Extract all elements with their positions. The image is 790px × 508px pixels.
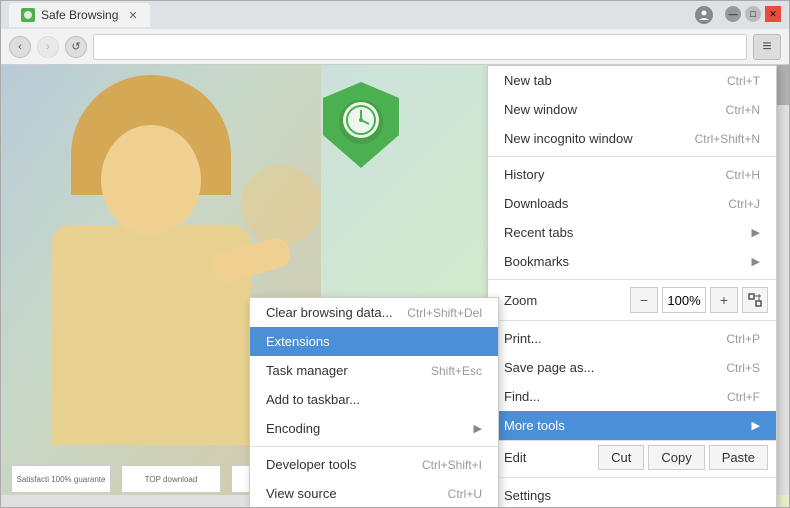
menu-item-recent-tabs[interactable]: Recent tabs ▶ [488, 218, 776, 247]
menu-item-downloads[interactable]: Downloads Ctrl+J [488, 189, 776, 218]
zoom-plus-btn[interactable]: + [710, 287, 738, 313]
menu-item-save-page[interactable]: Save page as... Ctrl+S [488, 353, 776, 382]
submenu-item-add-taskbar[interactable]: Add to taskbar... [250, 385, 498, 414]
menu-separator-1 [488, 156, 776, 157]
address-bar[interactable] [93, 34, 747, 60]
menu-item-more-tools[interactable]: More tools ▶ [488, 411, 776, 440]
browser-window: Safe Browsing ✕ — □ ✕ ‹ › ↺ ≡ [0, 0, 790, 508]
more-tools-submenu: Clear browsing data... Ctrl+Shift+Del Ex… [249, 297, 499, 507]
maximize-btn[interactable]: □ [745, 6, 761, 22]
menu-item-find[interactable]: Find... Ctrl+F [488, 382, 776, 411]
submenu-item-extensions[interactable]: Extensions [250, 327, 498, 356]
window-controls: — □ ✕ [695, 6, 781, 24]
shield-icon [321, 80, 401, 173]
menu-item-new-incognito[interactable]: New incognito window Ctrl+Shift+N [488, 124, 776, 153]
close-btn[interactable]: ✕ [765, 6, 781, 22]
tab-close-btn[interactable]: ✕ [128, 9, 137, 22]
browser-tab[interactable]: Safe Browsing ✕ [9, 3, 150, 27]
vertical-scrollbar[interactable] [777, 65, 789, 495]
menu-item-settings[interactable]: Settings [488, 481, 776, 507]
thumbnail-1: Satisfacti 100% guarante [11, 465, 111, 493]
menu-item-new-tab[interactable]: New tab Ctrl+T [488, 66, 776, 95]
menu-item-new-window[interactable]: New window Ctrl+N [488, 95, 776, 124]
menu-item-bookmarks[interactable]: Bookmarks ▶ [488, 247, 776, 276]
cut-btn[interactable]: Cut [598, 445, 644, 470]
nav-bar: ‹ › ↺ ≡ [1, 29, 789, 65]
submenu-item-view-source[interactable]: View source Ctrl+U [250, 479, 498, 507]
tab-title: Safe Browsing [41, 8, 118, 22]
submenu-item-developer-tools[interactable]: Developer tools Ctrl+Shift+I [250, 450, 498, 479]
zoom-expand-btn[interactable] [742, 287, 768, 313]
page-content: Safe Browsing ✓ Enhance ✓ Makes su Satis… [1, 65, 789, 507]
submenu-item-clear-browsing[interactable]: Clear browsing data... Ctrl+Shift+Del [250, 298, 498, 327]
edit-row: Edit Cut Copy Paste [488, 440, 776, 474]
menu-separator-4 [488, 477, 776, 478]
forward-btn[interactable]: › [37, 36, 59, 58]
menu-separator-3 [488, 320, 776, 321]
title-bar: Safe Browsing ✕ — □ ✕ [1, 1, 789, 29]
menu-separator-2 [488, 279, 776, 280]
submenu-item-task-manager[interactable]: Task manager Shift+Esc [250, 356, 498, 385]
paste-btn[interactable]: Paste [709, 445, 768, 470]
menu-item-print[interactable]: Print... Ctrl+P [488, 324, 776, 353]
submenu-separator-1 [250, 446, 498, 447]
reload-btn[interactable]: ↺ [65, 36, 87, 58]
chrome-menu-btn[interactable]: ≡ [753, 34, 781, 60]
tab-favicon [21, 8, 35, 22]
thumbnail-2: TOP download [121, 465, 221, 493]
scroll-handle[interactable] [777, 65, 789, 105]
menu-item-history[interactable]: History Ctrl+H [488, 160, 776, 189]
user-icon [695, 6, 713, 24]
back-btn[interactable]: ‹ [9, 36, 31, 58]
zoom-minus-btn[interactable]: − [630, 287, 658, 313]
submenu-item-encoding[interactable]: Encoding ▶ [250, 414, 498, 443]
zoom-control-row: Zoom − 100% + [488, 283, 776, 317]
chrome-context-menu: New tab Ctrl+T New window Ctrl+N New inc… [487, 65, 777, 507]
copy-btn[interactable]: Copy [648, 445, 704, 470]
zoom-value: 100% [662, 287, 706, 313]
minimize-btn[interactable]: — [725, 6, 741, 22]
